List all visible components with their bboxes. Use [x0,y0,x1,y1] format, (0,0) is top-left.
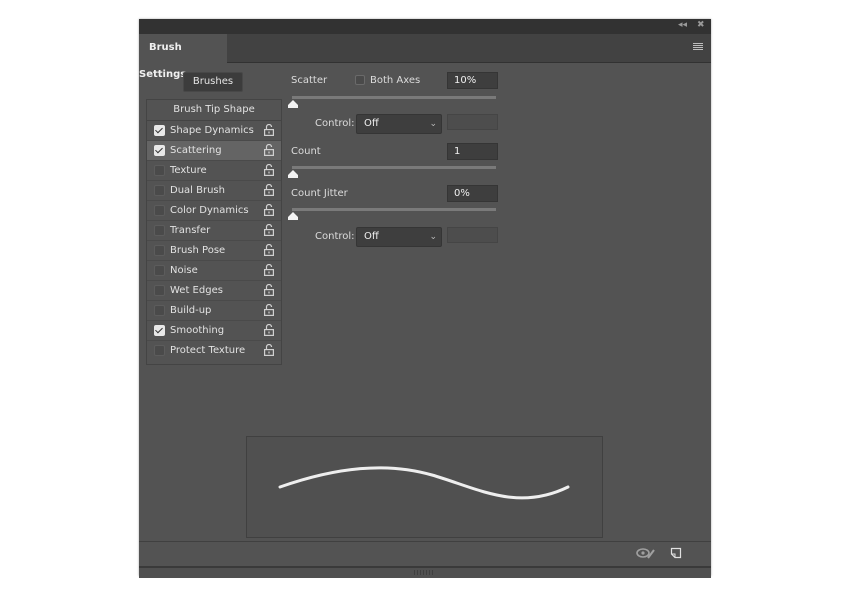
enable-checkbox[interactable] [154,245,165,256]
sidebar-item-color-dynamics[interactable]: Color Dynamics [147,201,281,221]
both-axes-checkbox[interactable] [355,75,365,85]
sidebar-item-transfer[interactable]: Transfer [147,221,281,241]
sidebar-item-wet-edges[interactable]: Wet Edges [147,281,281,301]
enable-checkbox[interactable] [154,185,165,196]
sidebar-item-label: Shape Dynamics [170,125,254,136]
brushes-button[interactable]: Brushes [183,72,243,92]
close-icon[interactable]: ✖ [697,20,705,30]
enable-checkbox[interactable] [154,325,165,336]
enable-checkbox[interactable] [154,285,165,296]
scatter-value-input[interactable]: 10% [447,72,498,89]
sidebar-item-label: Wet Edges [170,285,223,296]
unlock-icon[interactable] [264,163,275,177]
sidebar-item-label: Color Dynamics [170,205,249,216]
unlock-icon[interactable] [264,183,275,197]
unlock-icon[interactable] [264,303,275,317]
enable-checkbox[interactable] [154,145,165,156]
scatter-control-value: Off [364,118,379,129]
sidebar-item-label: Brush Pose [170,245,226,256]
unlock-icon[interactable] [264,263,275,277]
sidebar-item-label: Scattering [170,145,222,156]
unlock-icon[interactable] [264,323,275,337]
count-jitter-control-select[interactable]: Off ⌄ [356,227,442,247]
sidebar-item-label: Dual Brush [170,185,225,196]
sidebar-item-label: Noise [170,265,198,276]
sidebar-item-label: Smoothing [170,325,225,336]
count-jitter-value-input[interactable]: 0% [447,185,498,202]
scatter-slider-thumb[interactable] [287,99,299,109]
enable-checkbox[interactable] [154,205,165,216]
count-jitter-control-extra-input [447,227,498,243]
panel-footer [139,541,711,565]
brush-stroke-preview [246,436,603,538]
unlock-icon[interactable] [264,143,275,157]
tab-brush-settings[interactable]: Brush Settings [139,34,227,80]
count-value-input[interactable]: 1 [447,143,498,160]
sidebar-item-scattering[interactable]: Scattering [147,141,281,161]
scatter-control-label: Control: [315,118,355,129]
double-chevron-left-icon[interactable]: ◂◂ [678,20,687,30]
chevron-down-icon: ⌄ [429,119,437,129]
scatter-control-extra-input [447,114,498,130]
sidebar-item-dual-brush[interactable]: Dual Brush [147,181,281,201]
sidebar-item-build-up[interactable]: Build-up [147,301,281,321]
new-document-icon[interactable] [670,547,682,559]
tab-bar: Brush Settings [139,34,711,80]
enable-checkbox[interactable] [154,305,165,316]
count-slider[interactable] [292,166,496,169]
resize-grip[interactable] [139,566,711,578]
count-jitter-label: Count Jitter [291,188,348,199]
sidebar-item-protect-texture[interactable]: Protect Texture [147,341,281,360]
panel-title-bar: ◂◂ ✖ [139,19,711,34]
unlock-icon[interactable] [264,243,275,257]
count-jitter-control-value: Off [364,231,379,242]
both-axes-label: Both Axes [370,75,421,86]
sidebar-item-label: Protect Texture [170,345,246,356]
sidebar-item-label: Texture [170,165,207,176]
unlock-icon[interactable] [264,203,275,217]
count-jitter-slider-thumb[interactable] [287,211,299,221]
count-label: Count [291,146,321,157]
scatter-slider[interactable] [292,96,496,99]
brush-options-list: Brush Tip Shape Shape Dynamics Scattering… [146,99,282,365]
brush-stroke-curve [278,466,570,500]
sidebar-item-smoothing[interactable]: Smoothing [147,321,281,341]
unlock-icon[interactable] [264,343,275,357]
grip-lines-icon [414,570,434,575]
brush-settings-panel: ◂◂ ✖ Brush Settings Brushes Brush Tip Sh… [139,19,711,578]
brush-tip-shape-item[interactable]: Brush Tip Shape [147,100,281,121]
sidebar-item-label: Build-up [170,305,212,316]
sidebar-item-noise[interactable]: Noise [147,261,281,281]
sidebar-item-shape-dynamics[interactable]: Shape Dynamics [147,121,281,141]
enable-checkbox[interactable] [154,265,165,276]
scatter-label: Scatter [291,75,328,86]
unlock-icon[interactable] [264,283,275,297]
unlock-icon[interactable] [264,223,275,237]
eye-brush-icon[interactable] [636,547,656,559]
count-jitter-control-label: Control: [315,231,355,242]
enable-checkbox[interactable] [154,225,165,236]
enable-checkbox[interactable] [154,345,165,356]
hamburger-menu-icon[interactable] [693,43,703,51]
scatter-control-select[interactable]: Off ⌄ [356,114,442,134]
sidebar-item-brush-pose[interactable]: Brush Pose [147,241,281,261]
enable-checkbox[interactable] [154,125,165,136]
count-slider-thumb[interactable] [287,169,299,179]
count-jitter-slider[interactable] [292,208,496,211]
unlock-icon[interactable] [264,123,275,137]
sidebar-item-label: Transfer [170,225,211,236]
chevron-down-icon: ⌄ [429,232,437,242]
enable-checkbox[interactable] [154,165,165,176]
sidebar-item-texture[interactable]: Texture [147,161,281,181]
